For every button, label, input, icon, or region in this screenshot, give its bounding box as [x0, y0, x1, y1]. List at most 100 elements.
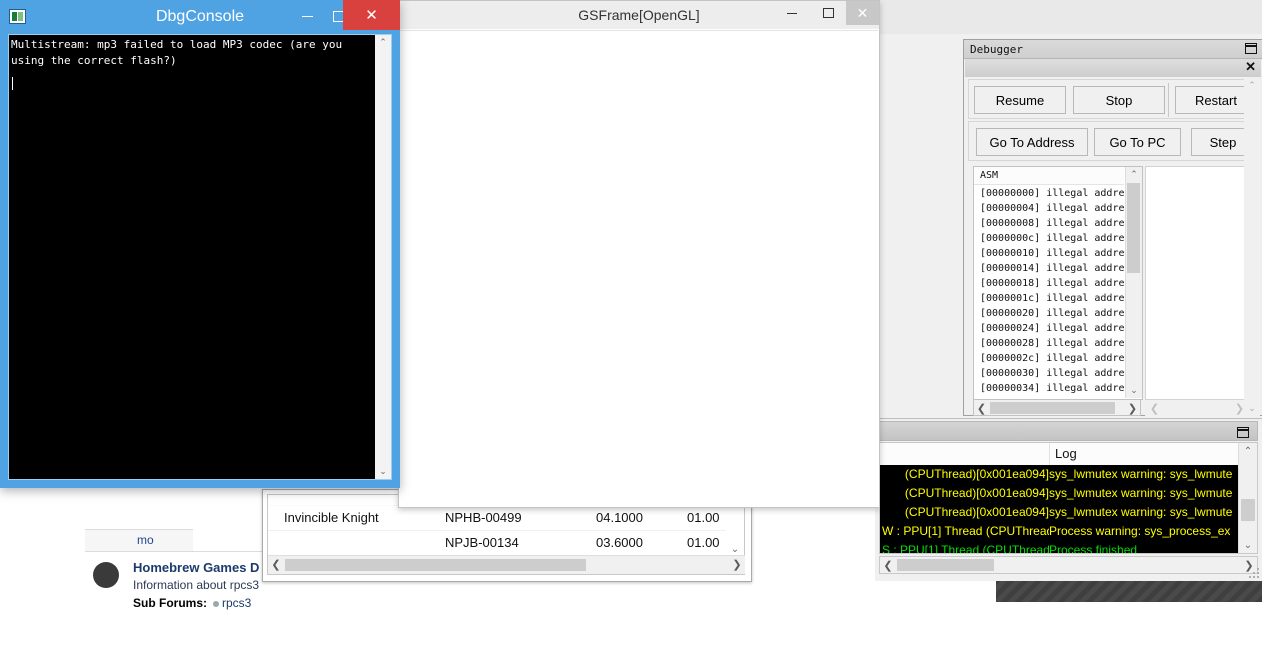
scroll-up-icon[interactable]: ⌃	[1244, 78, 1260, 93]
float-window-icon[interactable]	[1237, 427, 1249, 438]
scroll-up-icon[interactable]: ⌃	[1126, 167, 1142, 182]
log-message: sys_lwmutex warning: sys_lwmute	[1049, 486, 1233, 500]
game-id-cell: NPHB-00499	[445, 510, 522, 525]
debugger-panel: ✕ Resume Stop Restart Go To Address Go T…	[965, 59, 1261, 416]
log-hscroll-thumb[interactable]	[897, 559, 994, 571]
stop-button[interactable]: Stop	[1073, 86, 1165, 114]
forum-title-link[interactable]: Homebrew Games D	[133, 560, 259, 575]
log-message: Process finished	[1049, 543, 1138, 553]
asm-scroll-thumb[interactable]	[1127, 183, 1140, 273]
log-row[interactable]: (CPUThread)[0x001ea094]sys_lwmutex warni…	[880, 503, 1241, 522]
debugger-close-button[interactable]: ✕	[1245, 60, 1256, 74]
asm-hscroll-thumb[interactable]	[990, 402, 1115, 414]
log-row[interactable]: (CPUThread)[0x001ea094]sys_lwmutex warni…	[880, 484, 1241, 503]
log-thread: (CPUThread)[0x001ea094]	[904, 467, 1049, 481]
debugger-dock-titlebar[interactable]: Debugger	[964, 40, 1262, 59]
log-scroll-thumb[interactable]	[1241, 499, 1255, 521]
gsframe-close-button[interactable]: ✕	[846, 1, 879, 25]
debugger-dock-title: Debugger	[970, 42, 1023, 56]
scroll-left-icon[interactable]: ❮	[268, 556, 284, 573]
dbgconsole-titlebar[interactable]: DbgConsole ✕	[0, 0, 400, 34]
scroll-up-icon[interactable]: ⌃	[1239, 443, 1257, 459]
log-row[interactable]: (CPUThread)[0x001ea094]sys_lwmutex warni…	[880, 465, 1241, 484]
toolbar-separator	[1168, 83, 1169, 117]
resume-button[interactable]: Resume	[974, 86, 1066, 114]
scroll-left-icon[interactable]: ❮	[880, 557, 896, 573]
asm-line[interactable]: [00000014] illegal addre	[974, 261, 1124, 276]
scroll-left-icon[interactable]: ❮	[1147, 400, 1162, 416]
scroll-right-icon[interactable]: ❯	[1125, 400, 1140, 416]
scroll-up-icon[interactable]: ⌃	[375, 35, 391, 50]
scroll-left-icon[interactable]: ❮	[974, 400, 989, 416]
log-message: sys_lwmutex warning: sys_lwmute	[1049, 505, 1233, 519]
asm-line[interactable]: [00000028] illegal addre	[974, 336, 1124, 351]
gsframe-titlebar[interactable]: GSFrame[OpenGL] ✕	[399, 1, 879, 29]
log-row[interactable]: W : PPU[1] Thread (CPUThread)[0x001ea0ac…	[880, 522, 1241, 541]
asm-line[interactable]: [00000030] illegal addre	[974, 366, 1124, 381]
game-id-cell: NPJB-00134	[445, 535, 519, 550]
float-window-icon[interactable]	[1245, 43, 1257, 54]
dbgconsole-output-area[interactable]: Multistream: mp3 failed to load MP3 code…	[8, 34, 392, 480]
asm-line[interactable]: [00000010] illegal addre	[974, 246, 1124, 261]
asm-line[interactable]: [0000000c] illegal addre	[974, 231, 1124, 246]
log-rows[interactable]: (CPUThread)[0x001ea094]sys_lwmutex warni…	[880, 465, 1241, 553]
log-dock: Log (CPUThread)[0x001ea094]sys_lwmutex w…	[875, 418, 1262, 581]
asm-line[interactable]: [0000001c] illegal addre	[974, 291, 1124, 306]
log-dock-titlebar[interactable]	[879, 421, 1258, 441]
game-firmware-cell: 01.00	[687, 510, 720, 525]
asm-line[interactable]: [00000024] illegal addre	[974, 321, 1124, 336]
log-thread: S : PPU[1] Thread (CPUThread)[0x001ea0ac…	[882, 543, 1049, 553]
text-caret	[12, 77, 13, 90]
asm-line[interactable]: [00000034] illegal addre	[974, 381, 1124, 396]
scroll-down-icon[interactable]: ⌄	[1126, 383, 1142, 398]
table-row[interactable]: Invincible Knight NPHB-00499 04.1000 01.00	[268, 506, 727, 531]
asm-line[interactable]: [00000018] illegal addre	[974, 276, 1124, 291]
game-firmware-cell: 01.00	[687, 535, 720, 550]
asm-line-list[interactable]: [00000000] illegal addre [00000004] illeg…	[974, 186, 1124, 398]
forum-cell-mo: mo	[133, 529, 193, 551]
forum-description: Information about rpcs3	[133, 578, 260, 592]
register-panel[interactable]	[1145, 166, 1251, 400]
asm-disassembly-panel[interactable]: ASM [00000000] illegal addre [00000004] i…	[973, 166, 1143, 400]
game-hscroll-thumb[interactable]	[285, 559, 586, 571]
dbgconsole-close-button[interactable]: ✕	[343, 0, 400, 30]
resize-grip-icon[interactable]	[1249, 568, 1259, 578]
dbgconsole-output-text: Multistream: mp3 failed to load MP3 code…	[11, 38, 349, 67]
asm-line[interactable]: [00000020] illegal addre	[974, 306, 1124, 321]
asm-line[interactable]: [00000000] illegal addre	[974, 186, 1124, 201]
asm-vertical-scrollbar[interactable]: ⌃ ⌄	[1125, 167, 1142, 398]
dbgconsole-minimize-button[interactable]	[291, 2, 323, 30]
go-to-address-button[interactable]: Go To Address	[976, 128, 1088, 156]
forum-bottom-strip	[0, 620, 85, 646]
table-row[interactable]: NPJB-00134 03.6000 01.00	[268, 531, 727, 556]
gsframe-minimize-button[interactable]	[774, 1, 810, 25]
log-horizontal-scrollbar[interactable]: ❮ ❯	[879, 556, 1258, 574]
log-table: Log (CPUThread)[0x001ea094]sys_lwmutex w…	[879, 442, 1258, 554]
scroll-right-icon[interactable]: ❯	[729, 556, 745, 573]
debugger-dock: Debugger ✕ Resume Stop Restart Go To Add…	[963, 39, 1262, 416]
minimize-icon	[787, 12, 797, 14]
game-list-horizontal-scrollbar[interactable]: ❮ ❯	[268, 555, 745, 574]
asm-line[interactable]: [00000004] illegal addre	[974, 201, 1124, 216]
asm-line[interactable]: [0000002c] illegal addre	[974, 351, 1124, 366]
scroll-down-icon[interactable]: ⌄	[1244, 401, 1260, 416]
dbgconsole-vertical-scrollbar[interactable]: ⌃ ⌄	[375, 35, 391, 479]
debugger-vertical-scrollbar[interactable]: ⌃ ⌄	[1244, 78, 1260, 416]
gsframe-maximize-button[interactable]	[810, 1, 846, 25]
asm-horizontal-scrollbar[interactable]: ❮ ❯	[973, 400, 1141, 416]
log-row[interactable]: S : PPU[1] Thread (CPUThread)[0x001ea0ac…	[880, 541, 1241, 553]
forum-subforums: Sub Forums: rpcs3	[133, 596, 251, 610]
emulator-toolbar-area	[875, 0, 1262, 34]
asm-line[interactable]: [00000008] illegal addre	[974, 216, 1124, 231]
log-message: Process warning: sys_process_ex	[1049, 524, 1231, 538]
scroll-down-icon[interactable]: ⌄	[375, 464, 391, 479]
log-thread: (CPUThread)[0x001ea094]	[904, 505, 1049, 519]
scroll-down-icon[interactable]: ⌄	[1239, 537, 1257, 553]
log-column-header: Log	[1055, 446, 1077, 461]
game-version-cell: 03.6000	[596, 535, 643, 550]
register-horizontal-scrollbar[interactable]: ❮ ❯	[1145, 400, 1249, 416]
go-to-pc-button[interactable]: Go To PC	[1094, 128, 1181, 156]
debugger-close-bar: ✕	[965, 59, 1261, 77]
forum-subforum-link[interactable]: rpcs3	[222, 596, 251, 610]
log-vertical-scrollbar[interactable]: ⌃ ⌄	[1238, 443, 1257, 553]
